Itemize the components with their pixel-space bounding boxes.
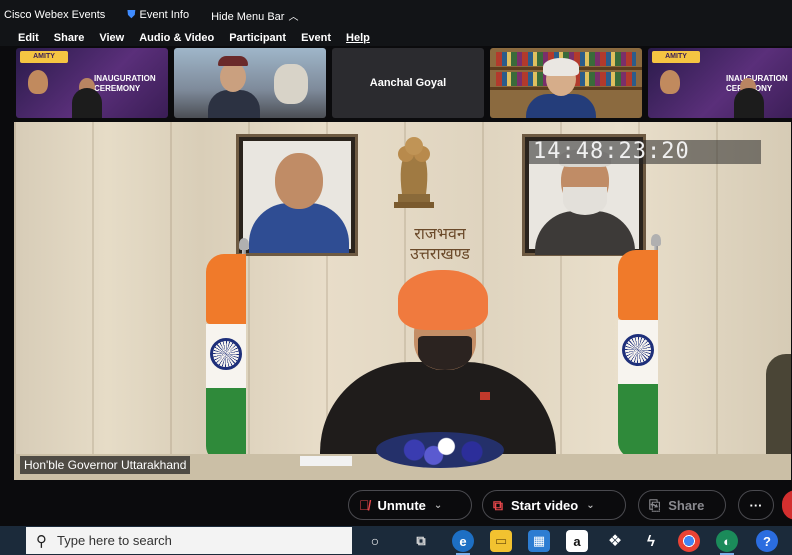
- leave-button[interactable]: [782, 490, 792, 520]
- participant-tile-poster-1[interactable]: AMITY INAUGURATION CEREMONY: [16, 48, 168, 118]
- portrait-frame-left: [236, 134, 358, 256]
- unmute-button[interactable]: 🎙̸ Unmute ⌄: [348, 490, 472, 520]
- participant-body: [734, 88, 764, 118]
- participant-strip: AMITY INAUGURATION CEREMONY Aanchal Goya…: [16, 48, 792, 118]
- flag-finial: [651, 234, 661, 246]
- search-icon: ⚲: [36, 532, 47, 550]
- raj-bhavan-sign: राजभवन उत्तराखण्ड: [380, 224, 500, 264]
- chevron-up-icon: ︿: [288, 11, 299, 23]
- indian-flag-left: [206, 238, 252, 466]
- indian-flag-right: [618, 234, 664, 462]
- share-label: Share: [668, 497, 705, 513]
- windows-taskbar: ⚲ Type here to search ○ ⧉ e ▭ ▦ a ❖ ϟ ◐ …: [0, 526, 792, 555]
- speaker-name-caption: Hon'ble Governor Uttarakhand: [20, 456, 191, 474]
- amity-logo: AMITY: [20, 51, 68, 63]
- participant-name: Aanchal Goyal: [369, 77, 447, 89]
- search-placeholder: Type here to search: [57, 533, 172, 548]
- flag-saffron: [206, 254, 246, 324]
- speaker-beard: [418, 336, 472, 370]
- unmute-label: Unmute: [377, 497, 426, 513]
- main-video[interactable]: राजभवन उत्तराखण्ड 14:48:23:20 Hon'ble Go…: [14, 122, 791, 480]
- flower-arrangement: [376, 432, 504, 468]
- amazon-icon[interactable]: a: [566, 530, 588, 552]
- hide-menu-bar-button[interactable]: Hide Menu Bar ︿: [211, 8, 298, 23]
- more-icon: ···: [749, 497, 763, 513]
- menu-bar: Edit Share View Audio & Video Participan…: [0, 30, 792, 46]
- task-view-icon[interactable]: ⧉: [410, 530, 432, 552]
- participant-tile-poster-2[interactable]: AMITY INAUGURATION CEREMONY: [648, 48, 792, 118]
- flag-saffron: [618, 250, 658, 320]
- raj-bhavan-line-1: राजभवन: [414, 224, 466, 243]
- portrait-beard: [563, 187, 607, 215]
- background-portrait: [274, 64, 308, 104]
- menu-audio-video[interactable]: Audio & Video: [139, 32, 214, 44]
- portrait-face: [275, 153, 323, 209]
- app-title: Cisco Webex Events: [4, 9, 106, 21]
- participant-tile-video-2[interactable]: [490, 48, 642, 118]
- amity-logo: AMITY: [652, 51, 700, 63]
- start-video-label: Start video: [511, 497, 579, 513]
- speaker-badge: [480, 392, 490, 400]
- poster-banner: INAUGURATION CEREMONY: [94, 74, 156, 93]
- menu-participant[interactable]: Participant: [229, 32, 286, 44]
- participant-body: [208, 90, 260, 118]
- flag-green: [206, 388, 246, 462]
- more-options-button[interactable]: ···: [738, 490, 774, 520]
- share-button[interactable]: ⎘ Share: [638, 490, 726, 520]
- participant-body: [72, 88, 102, 118]
- participant-head: [220, 62, 246, 92]
- ashoka-chakra-icon: [622, 334, 654, 366]
- file-explorer-icon[interactable]: ▭: [490, 530, 512, 552]
- bolt-icon[interactable]: ϟ: [640, 530, 662, 552]
- webex-icon[interactable]: ◐: [716, 530, 738, 555]
- edge-icon[interactable]: e: [452, 530, 474, 555]
- participant-tile-video-1[interactable]: [174, 48, 326, 118]
- menu-help[interactable]: Help: [346, 32, 370, 44]
- desk-paper: [300, 456, 352, 466]
- poster-portrait: [28, 70, 48, 94]
- share-screen-icon: ⎘: [649, 496, 661, 513]
- menu-edit[interactable]: Edit: [18, 32, 39, 44]
- speaker-turban: [398, 270, 488, 330]
- hide-menu-bar-label: Hide Menu Bar: [211, 10, 285, 23]
- raj-bhavan-line-2: उत्तराखण्ड: [410, 244, 470, 263]
- start-video-button[interactable]: ⧉ Start video ⌄: [482, 490, 626, 520]
- timestamp-overlay: 14:48:23:20: [529, 140, 761, 164]
- video-off-icon: ⧉: [493, 496, 503, 513]
- chevron-down-icon[interactable]: ⌄: [434, 500, 442, 511]
- mic-off-icon: 🎙̸: [359, 497, 370, 513]
- ashoka-chakra-icon: [210, 338, 242, 370]
- flag-finial: [239, 238, 249, 250]
- window-titlebar: Cisco Webex Events ⛊ Event Info Hide Menu…: [0, 0, 792, 30]
- event-info-label: Event Info: [139, 8, 190, 21]
- store-icon[interactable]: ▦: [528, 530, 550, 552]
- participant-cap: [218, 56, 248, 66]
- flag-green: [618, 384, 658, 458]
- state-emblem-icon: [384, 124, 444, 236]
- call-controls: 🎙̸ Unmute ⌄ ⧉ Start video ⌄ ⎘ Share ···: [0, 484, 792, 524]
- chrome-icon[interactable]: [678, 530, 700, 552]
- menu-view[interactable]: View: [99, 32, 124, 44]
- participant-hair: [543, 58, 579, 76]
- cortana-icon[interactable]: ○: [364, 530, 386, 552]
- chevron-down-icon[interactable]: ⌄: [586, 500, 594, 511]
- menu-share[interactable]: Share: [54, 32, 85, 44]
- dropbox-icon[interactable]: ❖: [604, 530, 626, 552]
- participant-tile-name[interactable]: Aanchal Goyal: [332, 48, 484, 118]
- shield-icon: ⛊: [127, 8, 136, 21]
- poster-portrait: [660, 70, 680, 94]
- event-info-button[interactable]: ⛊ Event Info: [127, 9, 189, 22]
- menu-event[interactable]: Event: [301, 32, 331, 44]
- taskbar-search-box[interactable]: ⚲ Type here to search: [26, 527, 352, 554]
- participant-body: [526, 94, 596, 118]
- help-icon[interactable]: ?: [756, 530, 778, 552]
